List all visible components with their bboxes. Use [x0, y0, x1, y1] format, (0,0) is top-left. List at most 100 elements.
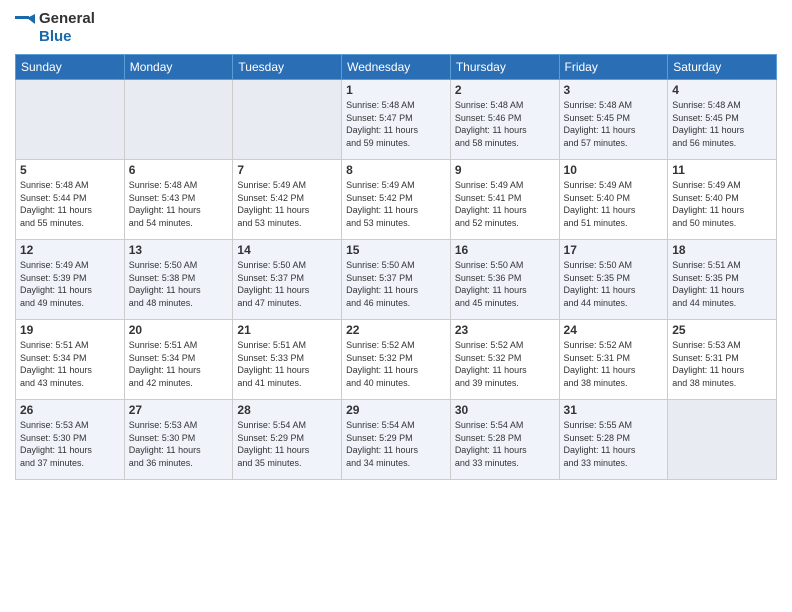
- day-info: Sunrise: 5:49 AM Sunset: 5:40 PM Dayligh…: [672, 179, 772, 229]
- day-info: Sunrise: 5:53 AM Sunset: 5:30 PM Dayligh…: [20, 419, 120, 469]
- day-number: 11: [672, 163, 772, 177]
- day-number: 30: [455, 403, 555, 417]
- weekday-header-row: SundayMondayTuesdayWednesdayThursdayFrid…: [16, 55, 777, 80]
- day-number: 6: [129, 163, 229, 177]
- calendar-cell: 8 Sunrise: 5:49 AM Sunset: 5:42 PM Daylig…: [342, 160, 451, 240]
- day-info: Sunrise: 5:50 AM Sunset: 5:35 PM Dayligh…: [564, 259, 664, 309]
- weekday-header-friday: Friday: [559, 55, 668, 80]
- calendar-cell: 13Sunrise: 5:50 AM Sunset: 5:38 PM Dayli…: [124, 240, 233, 320]
- day-info: Sunrise: 5:51 AM Sunset: 5:35 PM Dayligh…: [672, 259, 772, 309]
- day-number: 18: [672, 243, 772, 257]
- day-info: Sunrise: 5:50 AM Sunset: 5:38 PM Dayligh…: [129, 259, 229, 309]
- calendar-cell: [233, 80, 342, 160]
- calendar-cell: 3 Sunrise: 5:48 AM Sunset: 5:45 PM Daylig…: [559, 80, 668, 160]
- day-info: Sunrise: 5:52 AM Sunset: 5:31 PM Dayligh…: [564, 339, 664, 389]
- calendar-cell: 6 Sunrise: 5:48 AM Sunset: 5:43 PM Daylig…: [124, 160, 233, 240]
- day-info: Sunrise: 5:48 AM Sunset: 5:45 PM Dayligh…: [564, 99, 664, 149]
- day-number: 20: [129, 323, 229, 337]
- calendar-cell: 17 Sunrise: 5:50 AM Sunset: 5:35 PM Dayli…: [559, 240, 668, 320]
- day-number: 8: [346, 163, 446, 177]
- day-number: 26: [20, 403, 120, 417]
- calendar-cell: 16 Sunrise: 5:50 AM Sunset: 5:36 PM Dayli…: [450, 240, 559, 320]
- day-info: Sunrise: 5:52 AM Sunset: 5:32 PM Dayligh…: [346, 339, 446, 389]
- calendar-cell: 9 Sunrise: 5:49 AM Sunset: 5:41 PM Daylig…: [450, 160, 559, 240]
- calendar-cell: 1 Sunrise: 5:48 AM Sunset: 5:47 PM Daylig…: [342, 80, 451, 160]
- calendar-cell: 28 Sunrise: 5:54 AM Sunset: 5:29 PM Dayli…: [233, 400, 342, 480]
- weekday-header-tuesday: Tuesday: [233, 55, 342, 80]
- day-number: 15: [346, 243, 446, 257]
- day-number: 28: [237, 403, 337, 417]
- calendar-table: SundayMondayTuesdayWednesdayThursdayFrid…: [15, 54, 777, 480]
- calendar-week-row: 5 Sunrise: 5:48 AM Sunset: 5:44 PM Daylig…: [16, 160, 777, 240]
- day-info: Sunrise: 5:49 AM Sunset: 5:42 PM Dayligh…: [346, 179, 446, 229]
- day-number: 23: [455, 323, 555, 337]
- day-info: Sunrise: 5:53 AM Sunset: 5:30 PM Dayligh…: [129, 419, 229, 469]
- weekday-header-wednesday: Wednesday: [342, 55, 451, 80]
- calendar-cell: 7 Sunrise: 5:49 AM Sunset: 5:42 PM Daylig…: [233, 160, 342, 240]
- day-info: Sunrise: 5:48 AM Sunset: 5:43 PM Dayligh…: [129, 179, 229, 229]
- calendar-cell: 4Sunrise: 5:48 AM Sunset: 5:45 PM Daylig…: [668, 80, 777, 160]
- logo-blue: Blue: [39, 28, 72, 45]
- calendar-cell: 5 Sunrise: 5:48 AM Sunset: 5:44 PM Daylig…: [16, 160, 125, 240]
- calendar-cell: 31 Sunrise: 5:55 AM Sunset: 5:28 PM Dayli…: [559, 400, 668, 480]
- calendar-cell: [668, 400, 777, 480]
- day-info: Sunrise: 5:54 AM Sunset: 5:29 PM Dayligh…: [237, 419, 337, 469]
- calendar-cell: 26 Sunrise: 5:53 AM Sunset: 5:30 PM Dayli…: [16, 400, 125, 480]
- day-number: 9: [455, 163, 555, 177]
- weekday-header-monday: Monday: [124, 55, 233, 80]
- calendar-cell: 19 Sunrise: 5:51 AM Sunset: 5:34 PM Dayli…: [16, 320, 125, 400]
- day-info: Sunrise: 5:49 AM Sunset: 5:42 PM Dayligh…: [237, 179, 337, 229]
- day-number: 27: [129, 403, 229, 417]
- logo-general: General: [39, 10, 95, 27]
- logo-text: General Blue: [39, 10, 95, 46]
- calendar-cell: 21Sunrise: 5:51 AM Sunset: 5:33 PM Dayli…: [233, 320, 342, 400]
- calendar-cell: 27 Sunrise: 5:53 AM Sunset: 5:30 PM Dayli…: [124, 400, 233, 480]
- day-info: Sunrise: 5:48 AM Sunset: 5:44 PM Dayligh…: [20, 179, 120, 229]
- day-info: Sunrise: 5:54 AM Sunset: 5:29 PM Dayligh…: [346, 419, 446, 469]
- calendar-cell: [124, 80, 233, 160]
- calendar-cell: 11 Sunrise: 5:49 AM Sunset: 5:40 PM Dayli…: [668, 160, 777, 240]
- calendar-cell: 22Sunrise: 5:52 AM Sunset: 5:32 PM Dayli…: [342, 320, 451, 400]
- day-number: 17: [564, 243, 664, 257]
- day-number: 10: [564, 163, 664, 177]
- calendar-cell: 20 Sunrise: 5:51 AM Sunset: 5:34 PM Dayli…: [124, 320, 233, 400]
- day-info: Sunrise: 5:54 AM Sunset: 5:28 PM Dayligh…: [455, 419, 555, 469]
- day-info: Sunrise: 5:48 AM Sunset: 5:46 PM Dayligh…: [455, 99, 555, 149]
- weekday-header-saturday: Saturday: [668, 55, 777, 80]
- day-number: 12: [20, 243, 120, 257]
- day-number: 2: [455, 83, 555, 97]
- calendar-cell: 10 Sunrise: 5:49 AM Sunset: 5:40 PM Dayli…: [559, 160, 668, 240]
- day-number: 31: [564, 403, 664, 417]
- day-number: 21: [237, 323, 337, 337]
- page-container: General Blue SundayMondayTuesdayWednesda…: [0, 0, 792, 490]
- calendar-cell: 24Sunrise: 5:52 AM Sunset: 5:31 PM Dayli…: [559, 320, 668, 400]
- day-number: 29: [346, 403, 446, 417]
- day-info: Sunrise: 5:50 AM Sunset: 5:36 PM Dayligh…: [455, 259, 555, 309]
- calendar-week-row: 12 Sunrise: 5:49 AM Sunset: 5:39 PM Dayli…: [16, 240, 777, 320]
- calendar-week-row: 19 Sunrise: 5:51 AM Sunset: 5:34 PM Dayli…: [16, 320, 777, 400]
- day-info: Sunrise: 5:49 AM Sunset: 5:40 PM Dayligh…: [564, 179, 664, 229]
- day-number: 16: [455, 243, 555, 257]
- calendar-week-row: 1 Sunrise: 5:48 AM Sunset: 5:47 PM Daylig…: [16, 80, 777, 160]
- day-number: 1: [346, 83, 446, 97]
- day-number: 19: [20, 323, 120, 337]
- day-info: Sunrise: 5:51 AM Sunset: 5:34 PM Dayligh…: [20, 339, 120, 389]
- day-info: Sunrise: 5:49 AM Sunset: 5:39 PM Dayligh…: [20, 259, 120, 309]
- day-info: Sunrise: 5:52 AM Sunset: 5:32 PM Dayligh…: [455, 339, 555, 389]
- day-number: 5: [20, 163, 120, 177]
- calendar-cell: 23 Sunrise: 5:52 AM Sunset: 5:32 PM Dayli…: [450, 320, 559, 400]
- calendar-cell: 29 Sunrise: 5:54 AM Sunset: 5:29 PM Dayli…: [342, 400, 451, 480]
- calendar-cell: 12 Sunrise: 5:49 AM Sunset: 5:39 PM Dayli…: [16, 240, 125, 320]
- day-info: Sunrise: 5:49 AM Sunset: 5:41 PM Dayligh…: [455, 179, 555, 229]
- day-info: Sunrise: 5:50 AM Sunset: 5:37 PM Dayligh…: [346, 259, 446, 309]
- calendar-cell: 15 Sunrise: 5:50 AM Sunset: 5:37 PM Dayli…: [342, 240, 451, 320]
- day-info: Sunrise: 5:53 AM Sunset: 5:31 PM Dayligh…: [672, 339, 772, 389]
- day-number: 25: [672, 323, 772, 337]
- day-info: Sunrise: 5:51 AM Sunset: 5:34 PM Dayligh…: [129, 339, 229, 389]
- day-info: Sunrise: 5:55 AM Sunset: 5:28 PM Dayligh…: [564, 419, 664, 469]
- day-info: Sunrise: 5:48 AM Sunset: 5:47 PM Dayligh…: [346, 99, 446, 149]
- day-number: 3: [564, 83, 664, 97]
- day-number: 14: [237, 243, 337, 257]
- day-number: 7: [237, 163, 337, 177]
- calendar-week-row: 26 Sunrise: 5:53 AM Sunset: 5:30 PM Dayli…: [16, 400, 777, 480]
